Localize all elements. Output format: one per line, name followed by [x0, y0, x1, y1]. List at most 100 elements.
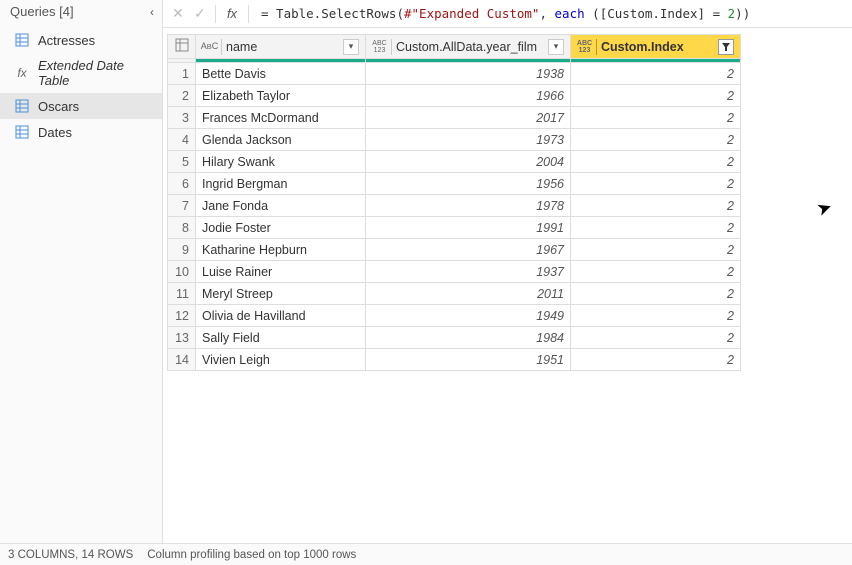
- row-number[interactable]: 4: [168, 129, 196, 151]
- table-row[interactable]: 13Sally Field19842: [168, 327, 741, 349]
- cell-name[interactable]: Luise Rainer: [196, 261, 366, 283]
- formula-input[interactable]: = Table.SelectRows(#"Expanded Custom", e…: [253, 6, 848, 21]
- cell-year-film[interactable]: 1956: [366, 173, 571, 195]
- table-row[interactable]: 14Vivien Leigh19512: [168, 349, 741, 371]
- cell-year-film[interactable]: 1984: [366, 327, 571, 349]
- cell-custom-index[interactable]: 2: [571, 151, 741, 173]
- cell-year-film[interactable]: 1978: [366, 195, 571, 217]
- row-number[interactable]: 14: [168, 349, 196, 371]
- cell-year-film[interactable]: 1951: [366, 349, 571, 371]
- table-icon: [14, 98, 30, 114]
- cell-name[interactable]: Bette Davis: [196, 63, 366, 85]
- table-row[interactable]: 9Katharine Hepburn19672: [168, 239, 741, 261]
- cancel-formula-icon[interactable]: ✕: [167, 3, 189, 25]
- confirm-formula-icon[interactable]: ✓: [189, 3, 211, 25]
- cell-name[interactable]: Vivien Leigh: [196, 349, 366, 371]
- row-number[interactable]: 13: [168, 327, 196, 349]
- query-item-oscars[interactable]: Oscars: [0, 93, 162, 119]
- query-item-dates[interactable]: Dates: [0, 119, 162, 145]
- type-any-icon[interactable]: ABC123: [372, 39, 392, 55]
- cell-name[interactable]: Ingrid Bergman: [196, 173, 366, 195]
- query-label: Dates: [38, 125, 72, 140]
- cell-custom-index[interactable]: 2: [571, 349, 741, 371]
- cell-year-film[interactable]: 1973: [366, 129, 571, 151]
- cell-custom-index[interactable]: 2: [571, 239, 741, 261]
- cell-custom-index[interactable]: 2: [571, 283, 741, 305]
- cell-year-film[interactable]: 1967: [366, 239, 571, 261]
- cell-custom-index[interactable]: 2: [571, 217, 741, 239]
- cell-name[interactable]: Frances McDormand: [196, 107, 366, 129]
- cell-name[interactable]: Jane Fonda: [196, 195, 366, 217]
- table-row[interactable]: 7Jane Fonda19782: [168, 195, 741, 217]
- row-number[interactable]: 6: [168, 173, 196, 195]
- cell-custom-index[interactable]: 2: [571, 305, 741, 327]
- cell-custom-index[interactable]: 2: [571, 261, 741, 283]
- cell-name[interactable]: Jodie Foster: [196, 217, 366, 239]
- row-number[interactable]: 5: [168, 151, 196, 173]
- cell-year-film[interactable]: 2011: [366, 283, 571, 305]
- row-number[interactable]: 3: [168, 107, 196, 129]
- status-profiling: Column profiling based on top 1000 rows: [147, 549, 356, 561]
- status-bar: 3 COLUMNS, 14 ROWS Column profiling base…: [0, 543, 852, 565]
- cell-custom-index[interactable]: 2: [571, 107, 741, 129]
- row-number[interactable]: 10: [168, 261, 196, 283]
- table-row[interactable]: 8Jodie Foster19912: [168, 217, 741, 239]
- column-filter-active-icon[interactable]: [718, 39, 734, 55]
- cell-custom-index[interactable]: 2: [571, 85, 741, 107]
- row-number[interactable]: 2: [168, 85, 196, 107]
- status-summary: 3 COLUMNS, 14 ROWS: [8, 549, 133, 561]
- cell-year-film[interactable]: 1966: [366, 85, 571, 107]
- cell-custom-index[interactable]: 2: [571, 129, 741, 151]
- query-item-actresses[interactable]: Actresses: [0, 27, 162, 53]
- column-filter-dropdown-icon[interactable]: ▾: [343, 39, 359, 55]
- queries-title: Queries [4]: [10, 4, 74, 19]
- cell-name[interactable]: Sally Field: [196, 327, 366, 349]
- collapse-sidebar-icon[interactable]: ‹: [150, 5, 154, 19]
- cell-name[interactable]: Katharine Hepburn: [196, 239, 366, 261]
- column-filter-dropdown-icon[interactable]: ▾: [548, 39, 564, 55]
- queries-header: Queries [4] ‹: [0, 0, 162, 27]
- cell-name[interactable]: Glenda Jackson: [196, 129, 366, 151]
- table-row[interactable]: 12Olivia de Havilland19492: [168, 305, 741, 327]
- fx-icon[interactable]: fx: [220, 6, 244, 21]
- fx-icon: fx: [14, 65, 30, 81]
- table-icon: [14, 124, 30, 140]
- cell-year-film[interactable]: 2017: [366, 107, 571, 129]
- column-header-custom-index[interactable]: ABC123 Custom.Index: [571, 35, 741, 59]
- cell-year-film[interactable]: 2004: [366, 151, 571, 173]
- queries-sidebar: Queries [4] ‹ Actresses fx Extended Date…: [0, 0, 163, 543]
- row-number[interactable]: 1: [168, 63, 196, 85]
- cell-year-film[interactable]: 1949: [366, 305, 571, 327]
- table-row[interactable]: 6Ingrid Bergman19562: [168, 173, 741, 195]
- table-row[interactable]: 4Glenda Jackson19732: [168, 129, 741, 151]
- row-number[interactable]: 11: [168, 283, 196, 305]
- type-any-icon[interactable]: ABC123: [577, 39, 597, 55]
- table-row[interactable]: 3Frances McDormand20172: [168, 107, 741, 129]
- cell-name[interactable]: Elizabeth Taylor: [196, 85, 366, 107]
- query-item-extended-date-table[interactable]: fx Extended Date Table: [0, 53, 162, 93]
- table-corner-button[interactable]: [168, 35, 196, 59]
- cell-custom-index[interactable]: 2: [571, 173, 741, 195]
- cell-name[interactable]: Olivia de Havilland: [196, 305, 366, 327]
- cell-year-film[interactable]: 1937: [366, 261, 571, 283]
- cell-name[interactable]: Meryl Streep: [196, 283, 366, 305]
- column-header-name[interactable]: ABC name ▾: [196, 35, 366, 59]
- table-row[interactable]: 1Bette Davis19382: [168, 63, 741, 85]
- column-header-year-film[interactable]: ABC123 Custom.AllData.year_film ▾: [366, 35, 571, 59]
- cell-custom-index[interactable]: 2: [571, 63, 741, 85]
- cell-custom-index[interactable]: 2: [571, 327, 741, 349]
- table-row[interactable]: 5Hilary Swank20042: [168, 151, 741, 173]
- row-number[interactable]: 7: [168, 195, 196, 217]
- cell-name[interactable]: Hilary Swank: [196, 151, 366, 173]
- row-number[interactable]: 12: [168, 305, 196, 327]
- row-number[interactable]: 8: [168, 217, 196, 239]
- row-number[interactable]: 9: [168, 239, 196, 261]
- cell-year-film[interactable]: 1938: [366, 63, 571, 85]
- cell-custom-index[interactable]: 2: [571, 195, 741, 217]
- table-row[interactable]: 2Elizabeth Taylor19662: [168, 85, 741, 107]
- type-text-icon[interactable]: ABC: [202, 39, 222, 55]
- query-label: Extended Date Table: [38, 58, 154, 88]
- table-row[interactable]: 10Luise Rainer19372: [168, 261, 741, 283]
- cell-year-film[interactable]: 1991: [366, 217, 571, 239]
- table-row[interactable]: 11Meryl Streep20112: [168, 283, 741, 305]
